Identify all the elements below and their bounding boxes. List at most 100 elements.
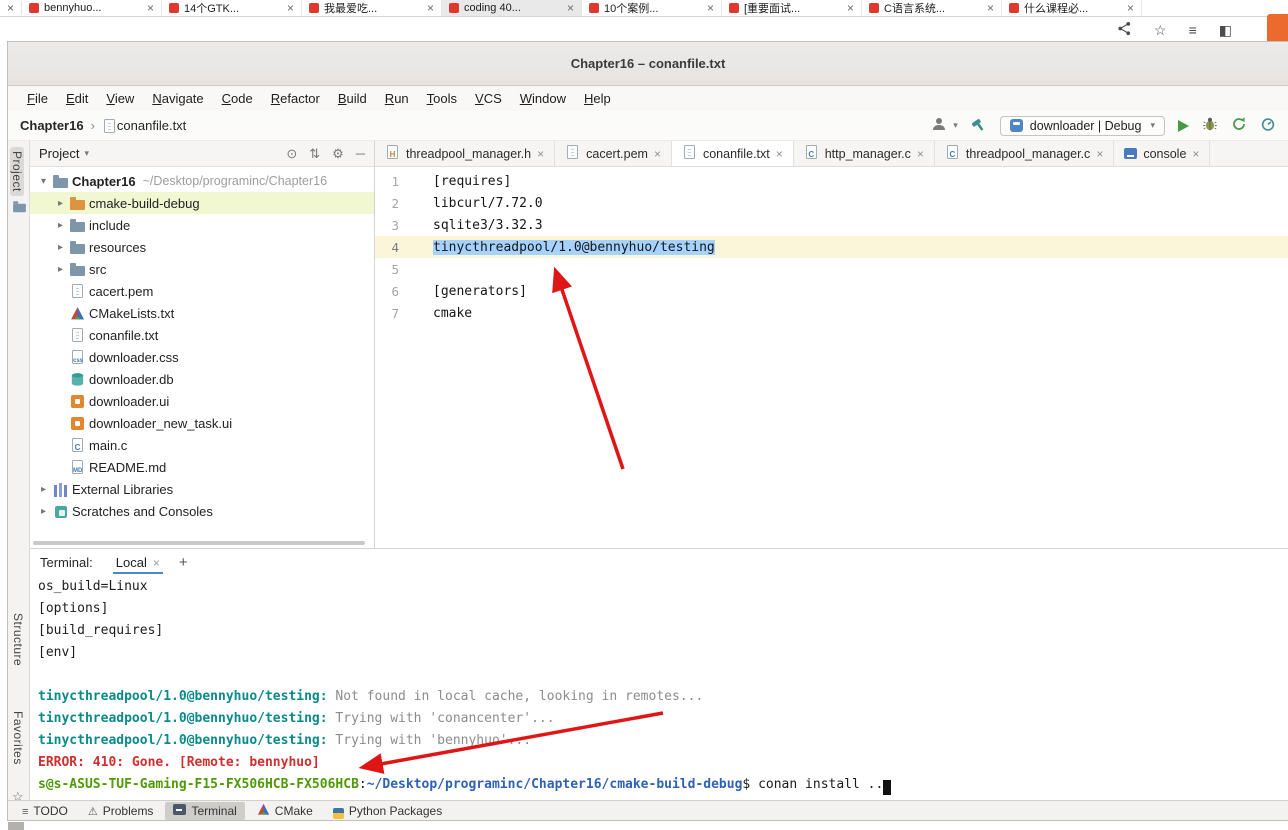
project-panel-title[interactable]: Project xyxy=(39,146,79,161)
browser-tab[interactable]: coding 40... × xyxy=(442,0,582,16)
close-icon[interactable]: × xyxy=(776,147,783,161)
menu-code[interactable]: Code xyxy=(213,91,262,106)
breadcrumb-file[interactable]: conanfile.txt xyxy=(117,118,186,133)
tree-item[interactable]: ▸ Scratches and Consoles xyxy=(30,500,374,522)
sidebar-item-structure[interactable]: Structure xyxy=(11,613,25,666)
menu-window[interactable]: Window xyxy=(511,91,575,106)
editor-tab[interactable]: Chttp_manager.c × xyxy=(794,141,935,166)
editor-pane[interactable]: 1 [requires] 2 libcurl/7.72.0 3 sqlite3/3.32.… xyxy=(375,167,1288,548)
menu-tools[interactable]: Tools xyxy=(418,91,466,106)
tree-item[interactable]: downloader.db xyxy=(30,368,374,390)
tree-item[interactable]: css downloader.css xyxy=(30,346,374,368)
chevron-right-icon[interactable]: ▸ xyxy=(53,242,68,253)
browser-tab[interactable]: 10个案例... × xyxy=(582,0,722,16)
horizontal-scrollbar[interactable] xyxy=(33,541,365,545)
browser-tab[interactable]: C语言系统... × xyxy=(862,0,1002,16)
statusbar-problems[interactable]: ⚠ Problems xyxy=(80,802,162,820)
editor-line[interactable]: 6 [generators] xyxy=(375,280,1288,302)
tree-item[interactable]: ▸ src xyxy=(30,258,374,280)
tree-item[interactable]: MD README.md xyxy=(30,456,374,478)
menu-view[interactable]: View xyxy=(97,91,143,106)
close-icon[interactable]: × xyxy=(917,147,924,161)
tree-item[interactable]: CMakeLists.txt xyxy=(30,302,374,324)
close-icon[interactable]: × xyxy=(654,147,661,161)
bookmark-star-icon[interactable]: ☆ xyxy=(1154,22,1167,39)
statusbar-python-packages[interactable]: Python Packages xyxy=(325,802,450,820)
editor-line[interactable]: 7 cmake xyxy=(375,302,1288,324)
chevron-right-icon[interactable]: ▸ xyxy=(53,198,68,209)
tab-close-icon[interactable]: × xyxy=(1127,1,1134,15)
tab-close-icon[interactable]: × xyxy=(0,1,22,15)
build-hammer-icon[interactable] xyxy=(971,116,987,135)
editor-line[interactable]: 4 tinycthreadpool/1.0@bennyhuo/testing xyxy=(375,236,1288,258)
tree-item[interactable]: downloader_new_task.ui xyxy=(30,412,374,434)
tab-close-icon[interactable]: × xyxy=(707,1,714,15)
tree-item[interactable]: ▾ Chapter16 ~/Desktop/programinc/Chapter16 xyxy=(30,170,374,192)
menu-run[interactable]: Run xyxy=(376,91,418,106)
sidebar-icon[interactable]: ◧ xyxy=(1219,22,1232,39)
tree-item[interactable]: ▸ resources xyxy=(30,236,374,258)
close-icon[interactable]: × xyxy=(537,147,544,161)
tree-item[interactable]: downloader.ui xyxy=(30,390,374,412)
breadcrumb-project[interactable]: Chapter16 xyxy=(20,118,84,133)
editor-tab[interactable]: cacert.pem × xyxy=(555,141,672,166)
editor-tab[interactable]: Cthreadpool_manager.c × xyxy=(935,141,1115,166)
hide-panel-icon[interactable]: ─ xyxy=(356,146,365,162)
share-icon[interactable] xyxy=(1117,21,1132,39)
menu-vcs[interactable]: VCS xyxy=(466,91,511,106)
tree-item[interactable]: ▸ External Libraries xyxy=(30,478,374,500)
close-icon[interactable]: × xyxy=(1192,147,1199,161)
expand-collapse-icon[interactable]: ⇅ xyxy=(309,146,320,162)
editor-tab[interactable]: Hthreadpool_manager.h × xyxy=(375,141,556,166)
locate-file-icon[interactable]: ⊙ xyxy=(286,146,297,162)
browser-tab[interactable]: 什么课程必... × xyxy=(1002,0,1142,16)
vcs-users-icon[interactable] xyxy=(931,116,947,135)
editor-line[interactable]: 1 [requires] xyxy=(375,170,1288,192)
tree-item[interactable]: ▸ cmake-build-debug xyxy=(30,192,374,214)
tab-close-icon[interactable]: × xyxy=(987,1,994,15)
browser-tab[interactable]: bennyhuo... × xyxy=(22,0,162,16)
run-configuration-select[interactable]: downloader | Debug ▾ xyxy=(999,115,1165,136)
chevron-down-icon[interactable]: ▾ xyxy=(84,148,89,159)
chevron-right-icon[interactable]: ▸ xyxy=(53,220,68,231)
menu-edit[interactable]: Edit xyxy=(57,91,97,106)
run-button[interactable] xyxy=(1178,119,1189,132)
browser-tab[interactable]: 我最爱吃... × xyxy=(302,0,442,16)
new-terminal-button[interactable]: + xyxy=(179,554,188,571)
profiler-icon[interactable] xyxy=(1260,116,1276,135)
sidebar-item-favorites[interactable]: Favorites xyxy=(11,711,25,765)
menu-refactor[interactable]: Refactor xyxy=(262,91,329,106)
editor-tab[interactable]: console × xyxy=(1114,141,1211,166)
editor-line[interactable]: 2 libcurl/7.72.0 xyxy=(375,192,1288,214)
browser-tab[interactable]: 14个GTK... × xyxy=(162,0,302,16)
menu-build[interactable]: Build xyxy=(329,91,376,106)
statusbar-terminal[interactable]: Terminal xyxy=(165,801,245,820)
coverage-restart-icon[interactable] xyxy=(1231,116,1247,135)
sidebar-item-project[interactable]: Project xyxy=(10,147,24,196)
chevron-down-icon[interactable]: ▾ xyxy=(36,176,51,187)
terminal-output[interactable]: os_build=Linux [options] [build_requires] [… xyxy=(30,576,1288,800)
terminal-tab-local[interactable]: Local × xyxy=(112,551,163,574)
tree-item[interactable]: conanfile.txt xyxy=(30,324,374,346)
tree-item[interactable]: Cmain.c xyxy=(30,434,374,456)
editor-line[interactable]: 5 xyxy=(375,258,1288,280)
statusbar-todo[interactable]: ≡ TODO xyxy=(14,802,76,820)
browser-tab[interactable]: [重要面试... × xyxy=(722,0,862,16)
window-titlebar[interactable]: Chapter16 – conanfile.txt xyxy=(8,42,1288,86)
library-icon[interactable]: ≡ xyxy=(1189,22,1197,38)
menu-help[interactable]: Help xyxy=(575,91,620,106)
editor-line[interactable]: 3 sqlite3/3.32.3 xyxy=(375,214,1288,236)
debug-bug-icon[interactable] xyxy=(1202,116,1218,135)
menu-file[interactable]: File xyxy=(18,91,57,106)
tab-close-icon[interactable]: × xyxy=(427,1,434,15)
chevron-right-icon[interactable]: ▸ xyxy=(36,506,51,517)
close-icon[interactable]: × xyxy=(153,556,160,570)
tab-close-icon[interactable]: × xyxy=(567,1,574,15)
editor-tab[interactable]: conanfile.txt × xyxy=(671,141,794,166)
close-icon[interactable]: × xyxy=(1096,147,1103,161)
tab-close-icon[interactable]: × xyxy=(847,1,854,15)
chevron-right-icon[interactable]: ▸ xyxy=(53,264,68,275)
tab-close-icon[interactable]: × xyxy=(147,1,154,15)
tree-item[interactable]: ▸ include xyxy=(30,214,374,236)
tree-item[interactable]: cacert.pem xyxy=(30,280,374,302)
